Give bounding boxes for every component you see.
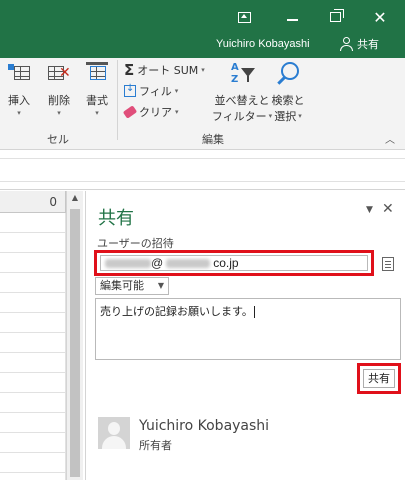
format-label: 書式 <box>86 94 108 107</box>
column-header-label: 0 <box>49 195 57 209</box>
fill-button[interactable]: フィル ▾ <box>124 83 178 99</box>
redacted-text <box>166 259 211 269</box>
find-select-button[interactable]: 検索と 選択 ▾ <box>270 62 306 124</box>
restore-window-icon[interactable] <box>326 6 344 28</box>
find-select-label-line1: 検索と <box>271 94 305 107</box>
insert-cells-button[interactable]: 挿入 ▾ <box>4 62 34 117</box>
signed-in-user-name[interactable]: Yuichiro Kobayashi <box>216 38 310 50</box>
ribbon-separator <box>117 60 118 140</box>
text-cursor <box>253 306 255 318</box>
cell-grid[interactable] <box>0 213 66 480</box>
editing-group-label: 編集 <box>202 133 224 146</box>
pane-close-icon[interactable]: ✕ <box>382 201 394 217</box>
chevron-down-icon: ▾ <box>174 87 179 95</box>
cells-group-label: セル <box>47 133 69 146</box>
ribbon-display-options-icon[interactable] <box>233 6 255 28</box>
ribbon: 挿入 ▾ 削除 ▾ 書式 ▾ セル Σ オート SUM ▾ フィル ▾ クリア … <box>0 58 405 150</box>
chevron-down-icon: ▾ <box>298 112 302 120</box>
avatar <box>98 417 130 449</box>
format-cells-icon <box>86 62 108 84</box>
permission-value: 編集可能 <box>100 279 144 292</box>
invite-email-at: @ <box>151 256 164 270</box>
invite-email-input[interactable]: @ co.jp <box>100 255 368 271</box>
delete-cells-icon <box>48 62 71 84</box>
invite-email-domain: co.jp <box>213 256 239 270</box>
share-button[interactable]: 共有 <box>363 369 395 388</box>
sort-filter-label-line2: フィルター <box>211 110 267 123</box>
delete-label: 削除 <box>48 94 70 107</box>
formula-bar <box>0 150 405 190</box>
chevron-down-icon: ▾ <box>95 109 99 117</box>
owner-role: 所有者 <box>139 439 172 452</box>
owner-name: Yuichiro Kobayashi <box>139 418 270 434</box>
scrollbar-thumb[interactable] <box>70 209 80 477</box>
chevron-down-icon: ▼ <box>157 281 164 290</box>
share-pane: 共有 ▼ ✕ ユーザーの招待 @ co.jp 編集可能 ▼ 売り上げの記録お願いし… <box>85 191 405 480</box>
scroll-up-icon[interactable]: ▲ <box>67 193 83 207</box>
share-header-label: 共有 <box>357 38 379 51</box>
chevron-down-icon: ▾ <box>201 66 205 74</box>
share-button-highlight: 共有 <box>357 363 401 394</box>
chevron-down-icon: ▾ <box>175 108 179 116</box>
minimize-icon[interactable] <box>283 6 301 28</box>
vertical-scrollbar[interactable]: ▲ <box>66 191 83 480</box>
search-icon <box>275 62 301 88</box>
worksheet-area[interactable]: 0 ▲ <box>0 191 85 480</box>
message-textarea[interactable]: 売り上げの記録お願いします。 <box>95 298 401 360</box>
sigma-icon: Σ <box>124 60 135 79</box>
insert-cells-icon <box>8 62 30 84</box>
chevron-down-icon: ▾ <box>17 109 21 117</box>
fill-label: フィル <box>139 85 172 98</box>
sort-filter-icon: AZ <box>229 62 255 88</box>
sort-filter-button[interactable]: AZ 並べ替えと フィルター ▾ <box>211 62 272 124</box>
title-bar: ✕ Yuichiro Kobayashi 共有 <box>0 0 405 58</box>
autosum-label: オート SUM <box>137 64 199 77</box>
fill-down-icon <box>124 83 136 97</box>
permission-select[interactable]: 編集可能 ▼ <box>95 277 169 295</box>
format-cells-button[interactable]: 書式 ▾ <box>82 62 112 117</box>
sort-filter-label-line1: 並べ替えと <box>214 94 270 107</box>
share-header-button[interactable]: 共有 <box>340 36 379 52</box>
message-text: 売り上げの記録お願いします。 <box>100 305 253 318</box>
delete-cells-button[interactable]: 削除 ▾ <box>44 62 74 117</box>
eraser-icon <box>122 105 138 119</box>
pane-title: 共有 <box>98 208 134 229</box>
pane-options-icon[interactable]: ▼ <box>366 205 373 215</box>
find-select-label-line2: 選択 <box>274 110 297 123</box>
clear-button[interactable]: クリア ▾ <box>122 104 179 120</box>
insert-label: 挿入 <box>8 94 30 107</box>
person-icon <box>340 37 354 51</box>
autosum-button[interactable]: Σ オート SUM ▾ <box>124 62 205 78</box>
column-header[interactable]: 0 <box>0 191 66 213</box>
close-icon[interactable]: ✕ <box>371 6 389 28</box>
invite-people-label: ユーザーの招待 <box>97 237 174 250</box>
formula-input[interactable] <box>0 158 405 182</box>
collapse-ribbon-icon[interactable]: ︿ <box>385 131 395 146</box>
invite-field-highlight: @ co.jp <box>94 250 374 276</box>
redacted-text <box>105 259 151 269</box>
address-book-icon[interactable] <box>382 257 394 271</box>
chevron-down-icon: ▾ <box>57 109 61 117</box>
clear-label: クリア <box>139 106 172 119</box>
